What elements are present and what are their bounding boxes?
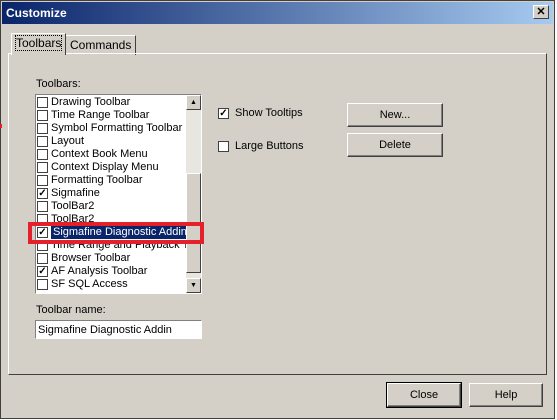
close-window-icon[interactable]: ✕	[533, 5, 549, 19]
close-button[interactable]: Close	[386, 382, 462, 408]
checkbox-icon[interactable]	[37, 201, 48, 212]
large-buttons-checkbox[interactable]: Large Buttons	[218, 140, 304, 152]
window-title: Customize	[6, 6, 67, 20]
checkbox-icon[interactable]	[37, 110, 48, 121]
checkbox-checked-icon[interactable]: ✓	[37, 266, 48, 277]
tab-toolbars-label: Toolbars	[14, 35, 63, 51]
show-tooltips-checkbox[interactable]: ✓ Show Tooltips	[218, 107, 303, 119]
list-item-label: Sigmafine	[51, 187, 100, 199]
help-button[interactable]: Help	[469, 383, 543, 407]
list-item[interactable]: ToolBar2	[37, 200, 187, 213]
list-item[interactable]: Layout	[37, 135, 187, 148]
list-item-label: Symbol Formatting Toolbar	[51, 122, 183, 134]
show-tooltips-label: Show Tooltips	[235, 107, 303, 119]
list-item-label: Context Display Menu	[51, 161, 159, 173]
list-item-label: Drawing Toolbar	[51, 96, 131, 108]
list-item[interactable]: Formatting Toolbar	[37, 174, 187, 187]
annotation-mark	[0, 124, 2, 128]
list-item[interactable]: Symbol Formatting Toolbar	[37, 122, 187, 135]
large-buttons-check-icon[interactable]	[218, 140, 229, 152]
tab-toolbars[interactable]: Toolbars	[11, 33, 67, 55]
toolbar-name-label: Toolbar name:	[36, 304, 106, 316]
checkbox-icon[interactable]	[37, 253, 48, 264]
toolbars-listbox[interactable]: Drawing Toolbar Time Range Toolbar Symbol …	[35, 94, 202, 294]
toolbars-list: Drawing Toolbar Time Range Toolbar Symbol …	[37, 96, 189, 291]
checkbox-icon[interactable]	[37, 136, 48, 147]
show-tooltips-check-icon[interactable]: ✓	[218, 107, 229, 119]
list-item[interactable]: ✓ AF Analysis Toolbar	[37, 265, 187, 278]
checkbox-icon[interactable]	[37, 149, 48, 160]
scroll-up-icon[interactable]: ▲	[186, 95, 201, 110]
list-item[interactable]: Time Range Toolbar	[37, 109, 187, 122]
toolbars-scrollbar[interactable]: ▲ ▼	[186, 95, 201, 293]
checkbox-icon[interactable]	[37, 175, 48, 186]
toolbars-list-label: Toolbars:	[36, 78, 81, 90]
title-bar: Customize ✕	[2, 2, 553, 24]
list-item-label: Layout	[51, 135, 85, 147]
list-item[interactable]: Context Display Menu	[37, 161, 187, 174]
list-item-label: SF SQL Access	[51, 278, 128, 290]
list-item-label: Formatting Toolbar	[51, 174, 143, 186]
checkbox-icon[interactable]	[37, 279, 48, 290]
delete-button[interactable]: Delete	[347, 133, 443, 157]
checkbox-icon[interactable]	[37, 97, 48, 108]
list-item-label: Context Book Menu	[51, 148, 148, 160]
list-item-label: AF Analysis Toolbar	[51, 265, 148, 277]
toolbar-name-field[interactable]	[35, 320, 202, 339]
list-item[interactable]: SF SQL Access	[37, 278, 187, 291]
large-buttons-label: Large Buttons	[235, 140, 304, 152]
checkbox-checked-icon[interactable]: ✓	[37, 188, 48, 199]
tab-commands[interactable]: Commands	[65, 35, 137, 55]
checkbox-icon[interactable]	[37, 162, 48, 173]
tab-commands-label: Commands	[70, 38, 132, 52]
annotation-highlight-box	[28, 222, 204, 244]
list-item[interactable]: Drawing Toolbar	[37, 96, 187, 109]
list-item-label: Browser Toolbar	[51, 252, 131, 264]
list-item-label: ToolBar2	[51, 200, 95, 212]
new-button[interactable]: New...	[347, 103, 443, 127]
list-item[interactable]: Browser Toolbar	[37, 252, 187, 265]
list-item[interactable]: Context Book Menu	[37, 148, 187, 161]
list-item-label: Time Range Toolbar	[51, 109, 150, 121]
scroll-down-icon[interactable]: ▼	[186, 278, 201, 293]
checkbox-icon[interactable]	[37, 123, 48, 134]
list-item[interactable]: ✓ Sigmafine	[37, 187, 187, 200]
